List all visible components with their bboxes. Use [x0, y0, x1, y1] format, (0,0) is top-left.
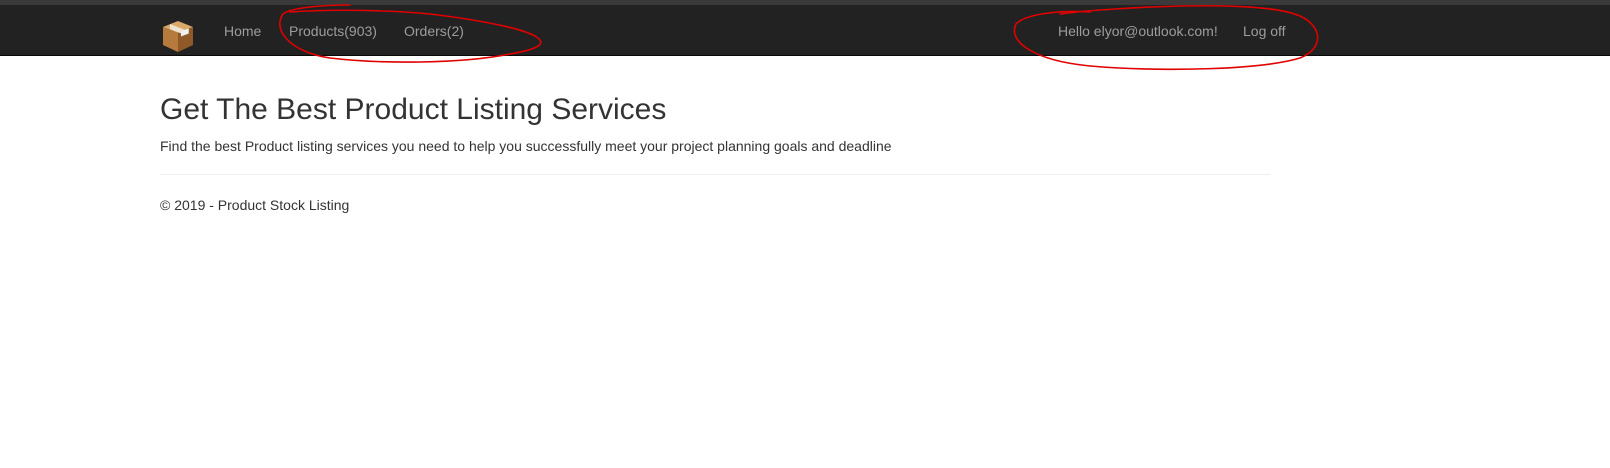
- nav-user-greeting-link[interactable]: Hello elyor@outlook.com!: [1058, 22, 1218, 40]
- nav-orders-link[interactable]: Orders(2): [404, 22, 464, 40]
- nav-products-link[interactable]: Products(903): [289, 22, 377, 40]
- nav-logoff-link[interactable]: Log off: [1243, 22, 1286, 40]
- package-box-icon[interactable]: [160, 18, 196, 54]
- content-divider: [160, 174, 1270, 175]
- nav-home-link[interactable]: Home: [224, 22, 261, 40]
- page-title: Get The Best Product Listing Services: [160, 93, 667, 126]
- page-lead-text: Find the best Product listing services y…: [160, 138, 892, 154]
- footer-copyright: © 2019 - Product Stock Listing: [160, 197, 350, 213]
- top-navbar: Home Products(903) Orders(2) Hello elyor…: [0, 5, 1610, 56]
